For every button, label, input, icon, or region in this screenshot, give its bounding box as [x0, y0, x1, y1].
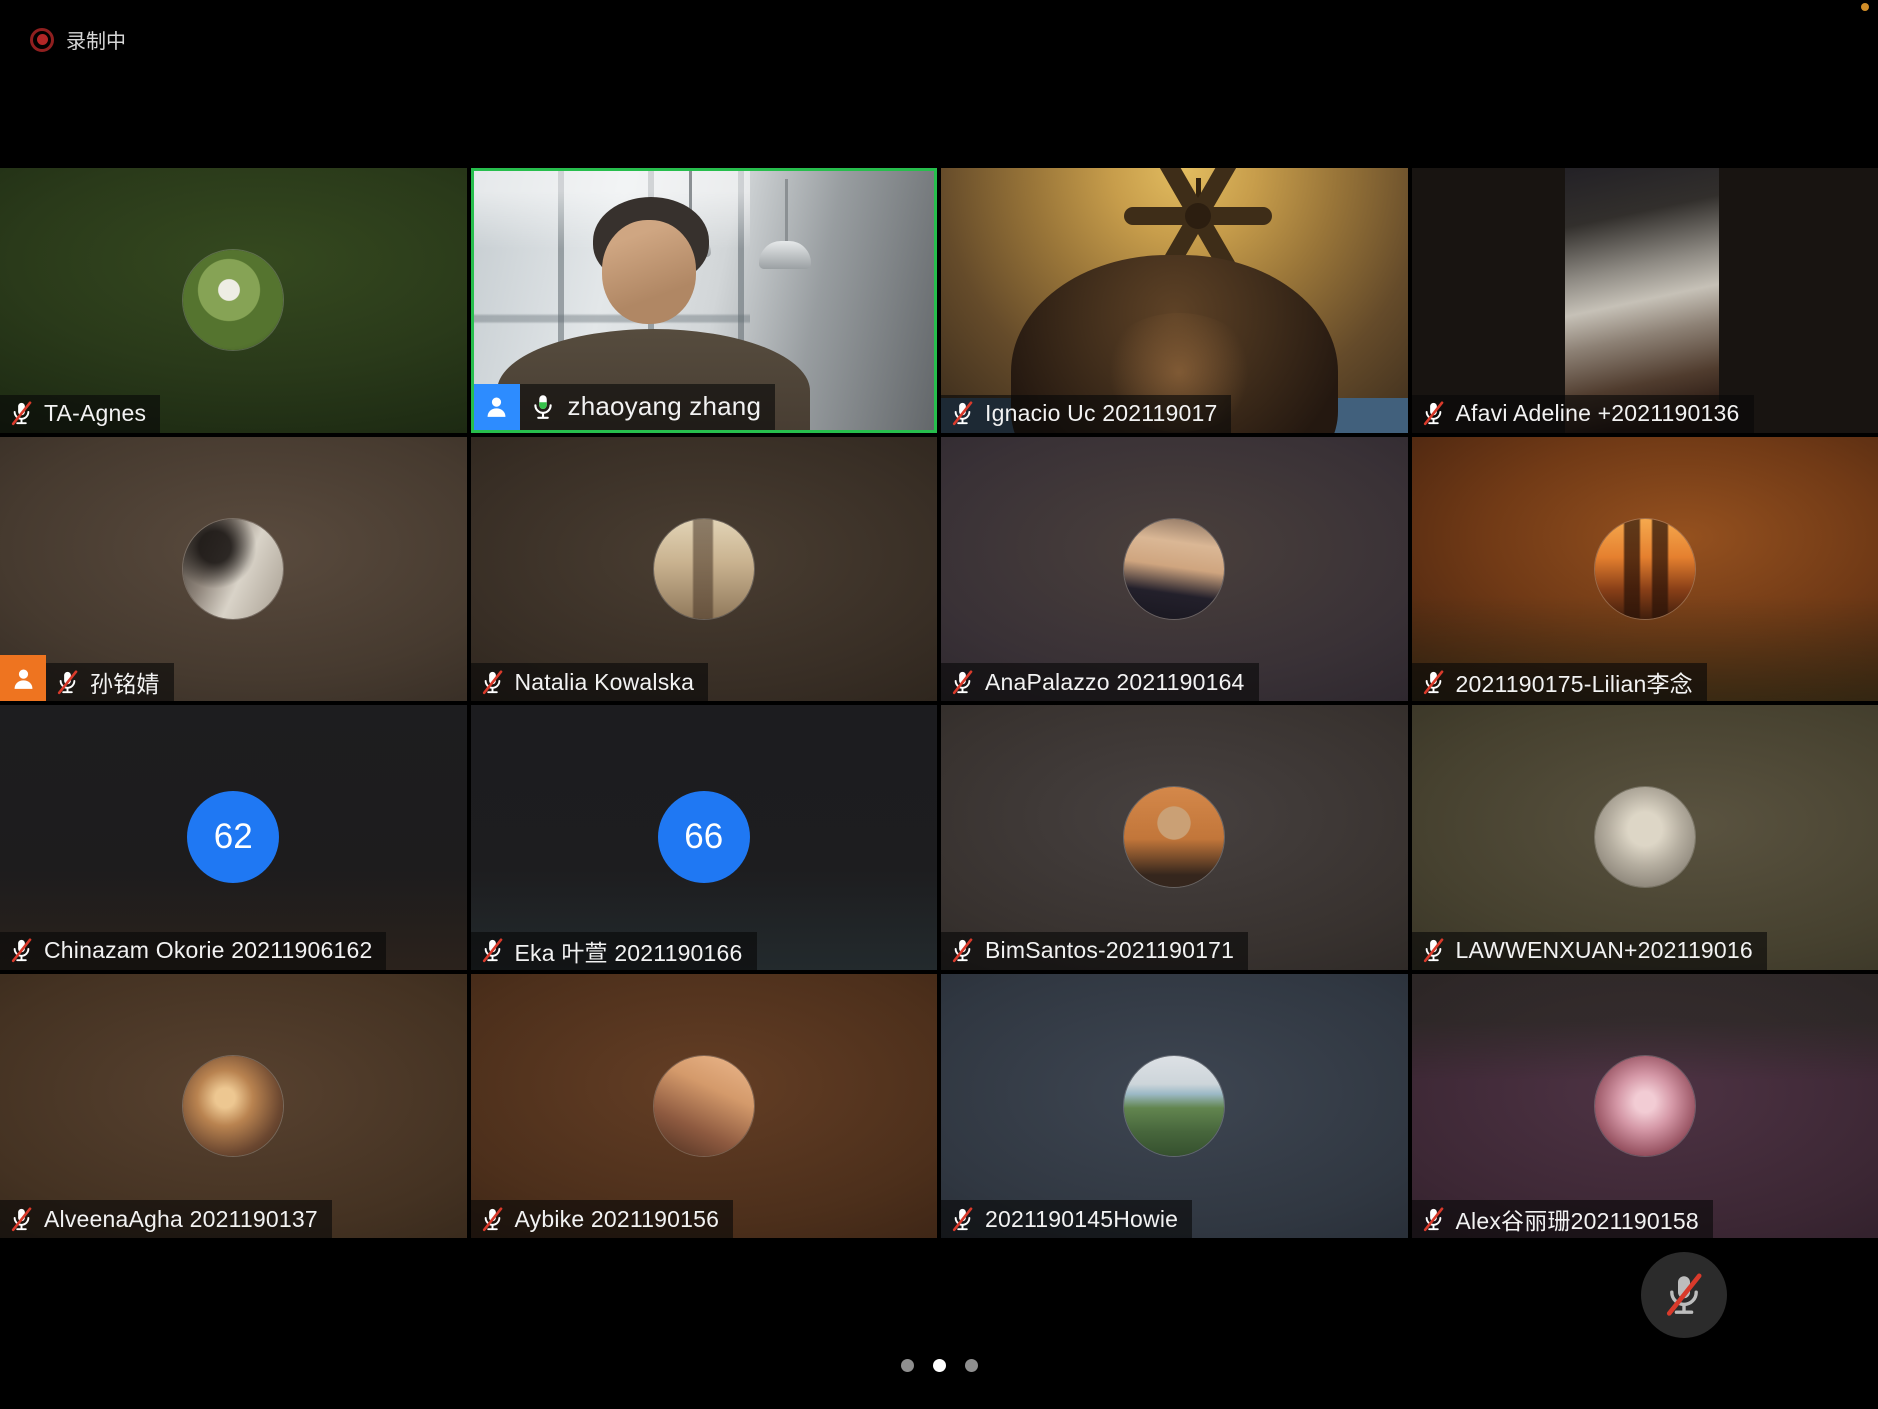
tile-alex[interactable]: Alex谷丽珊2021190158 — [1412, 974, 1878, 1239]
avatar — [654, 1056, 754, 1156]
tile-natalia-kowalska[interactable]: Natalia Kowalska — [471, 437, 938, 702]
avatar — [1124, 787, 1224, 887]
participant-name: TA-Agnes — [44, 400, 146, 427]
name-label: Natalia Kowalska — [471, 663, 709, 701]
page-dot-1[interactable] — [901, 1359, 914, 1372]
participant-name: Eka 叶萱 2021190166 — [515, 934, 743, 968]
muted-mic-icon — [949, 937, 976, 964]
participant-name: Afavi Adeline +2021190136 — [1456, 400, 1740, 427]
page-dot-2-active[interactable] — [933, 1359, 946, 1372]
avatar — [1124, 1056, 1224, 1156]
camera-active-indicator — [1861, 3, 1869, 11]
tile-bimsantos[interactable]: BimSantos-2021190171 — [941, 705, 1408, 970]
participant-name: AlveenaAgha 2021190137 — [44, 1206, 318, 1233]
participant-name: Natalia Kowalska — [515, 669, 695, 696]
tile-eka[interactable]: 66 Eka 叶萱 2021190166 — [471, 705, 938, 970]
avatar-number: 62 — [187, 791, 279, 883]
avatar-number: 66 — [658, 791, 750, 883]
muted-mic-icon — [1420, 1206, 1447, 1233]
tile-lilian[interactable]: 2021190175-Lilian李念 — [1412, 437, 1878, 702]
tile-anapalazzo[interactable]: AnaPalazzo 2021190164 — [941, 437, 1408, 702]
avatar — [1595, 787, 1695, 887]
tile-chinazam-okorie[interactable]: 62 Chinazam Okorie 20211906162 — [0, 705, 467, 970]
person-icon — [482, 392, 511, 421]
muted-mic-icon — [8, 400, 35, 427]
tile-ignacio-uc[interactable]: Ignacio Uc 202119017 — [941, 168, 1408, 433]
tile-aybike[interactable]: Aybike 2021190156 — [471, 974, 938, 1239]
name-label: Ignacio Uc 202119017 — [941, 395, 1231, 433]
recording-icon — [30, 28, 54, 52]
muted-mic-icon — [479, 669, 506, 696]
unmute-button[interactable] — [1641, 1252, 1727, 1338]
name-label: Chinazam Okorie 20211906162 — [0, 932, 386, 970]
tile-alveenaagha[interactable]: AlveenaAgha 2021190137 — [0, 974, 467, 1239]
participant-name: Ignacio Uc 202119017 — [985, 400, 1217, 427]
avatar — [1595, 519, 1695, 619]
muted-mic-icon — [479, 937, 506, 964]
participant-badge-orange — [0, 655, 46, 701]
muted-mic-icon — [54, 669, 81, 696]
name-label: 2021190145Howie — [941, 1200, 1192, 1238]
muted-mic-icon — [1660, 1271, 1708, 1319]
person-face — [602, 220, 696, 324]
muted-mic-icon — [8, 1206, 35, 1233]
participant-badge-blue — [474, 384, 520, 430]
muted-mic-icon — [949, 1206, 976, 1233]
tile-sun-mingjing[interactable]: 孙铭婧 — [0, 437, 467, 702]
portrait-video-strip — [1565, 168, 1719, 433]
recording-label: 录制中 — [66, 25, 126, 54]
muted-mic-icon — [8, 937, 35, 964]
avatar — [183, 519, 283, 619]
participant-name: Chinazam Okorie 20211906162 — [44, 937, 372, 964]
recording-indicator: 录制中 — [30, 25, 126, 54]
name-label: Alex谷丽珊2021190158 — [1412, 1200, 1713, 1238]
name-label: AlveenaAgha 2021190137 — [0, 1200, 332, 1238]
name-label: LAWWENXUAN+202119016 — [1412, 932, 1767, 970]
person-icon — [9, 664, 38, 693]
avatar — [1124, 519, 1224, 619]
avatar — [183, 250, 283, 350]
recording-dot — [37, 34, 48, 45]
name-label: Eka 叶萱 2021190166 — [471, 932, 757, 970]
name-label: zhaoyang zhang — [520, 384, 776, 430]
name-label: Aybike 2021190156 — [471, 1200, 734, 1238]
active-mic-icon — [528, 392, 558, 422]
name-label: TA-Agnes — [0, 395, 160, 433]
avatar — [183, 1056, 283, 1156]
participant-name: 2021190145Howie — [985, 1206, 1178, 1233]
page-dot-3[interactable] — [965, 1359, 978, 1372]
pagination-dots — [0, 1359, 1878, 1372]
name-label: AnaPalazzo 2021190164 — [941, 663, 1259, 701]
name-label: Afavi Adeline +2021190136 — [1412, 395, 1754, 433]
tile-ta-agnes[interactable]: TA-Agnes — [0, 168, 467, 433]
muted-mic-icon — [949, 669, 976, 696]
fan-blade — [1124, 207, 1272, 225]
muted-mic-icon — [1420, 400, 1447, 427]
tile-zhaoyang-zhang[interactable]: zhaoyang zhang — [471, 168, 938, 433]
participant-name: Alex谷丽珊2021190158 — [1456, 1202, 1699, 1236]
participant-name: BimSantos-2021190171 — [985, 937, 1234, 964]
name-label: 2021190175-Lilian李念 — [1412, 663, 1707, 701]
tile-afavi-adeline[interactable]: Afavi Adeline +2021190136 — [1412, 168, 1878, 433]
tile-howie[interactable]: 2021190145Howie — [941, 974, 1408, 1239]
participant-name: AnaPalazzo 2021190164 — [985, 669, 1245, 696]
muted-mic-icon — [1420, 669, 1447, 696]
participant-name: zhaoyang zhang — [568, 391, 762, 422]
avatar — [654, 519, 754, 619]
name-label: BimSantos-2021190171 — [941, 932, 1248, 970]
name-label: 孙铭婧 — [46, 663, 174, 701]
avatar — [1595, 1056, 1695, 1156]
participant-name: 2021190175-Lilian李念 — [1456, 665, 1693, 699]
participant-grid: TA-Agnes zhaoyang zhang Ignacio Uc 20 — [0, 168, 1878, 1238]
muted-mic-icon — [1420, 937, 1447, 964]
participant-name: 孙铭婧 — [90, 665, 160, 699]
muted-mic-icon — [479, 1206, 506, 1233]
participant-name: Aybike 2021190156 — [515, 1206, 720, 1233]
tile-lawwenxuan[interactable]: LAWWENXUAN+202119016 — [1412, 705, 1878, 970]
participant-name: LAWWENXUAN+202119016 — [1456, 937, 1753, 964]
muted-mic-icon — [949, 400, 976, 427]
